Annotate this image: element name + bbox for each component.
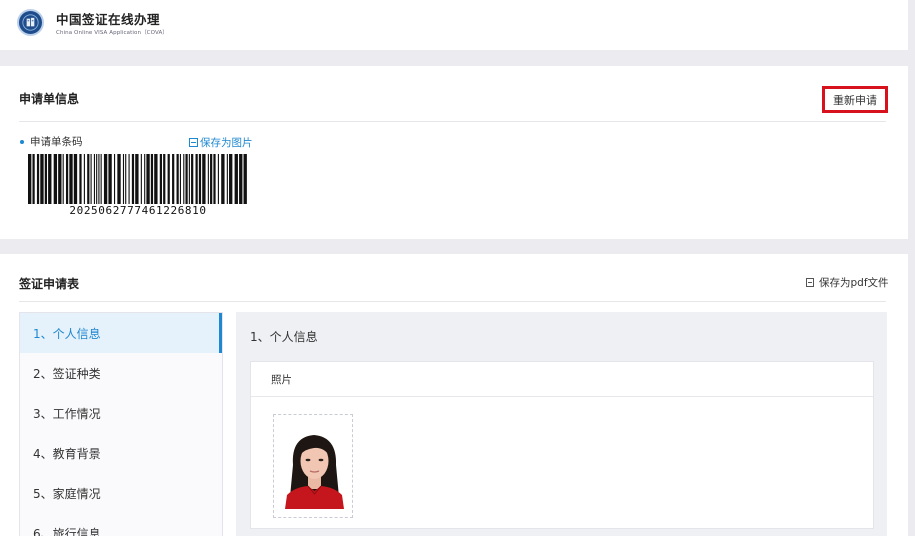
nav-item-work[interactable]: 3、工作情况 xyxy=(20,393,222,433)
barcode-bar xyxy=(195,154,198,204)
barcode-bar xyxy=(234,154,238,204)
barcode-bar xyxy=(40,154,44,204)
barcode-bar xyxy=(83,154,85,204)
nav-item-education[interactable]: 4、教育背景 xyxy=(20,433,222,473)
barcode-bar xyxy=(113,154,116,204)
image-icon xyxy=(189,138,198,147)
barcode-bar xyxy=(202,154,206,204)
barcode-bar xyxy=(188,154,190,204)
barcode-bar xyxy=(128,154,130,204)
visa-form-title: 签证申请表 xyxy=(19,277,80,291)
barcode-bar xyxy=(58,154,62,204)
barcode-bar xyxy=(131,154,135,204)
barcode-bar xyxy=(125,154,127,204)
barcode-number: 2025062777461226810 xyxy=(69,204,207,217)
barcode-bar xyxy=(239,154,243,204)
application-info-card: 申请单信息 重新申请 申请单条码 保存为图片 20250627774612268… xyxy=(0,66,908,239)
barcode-bar xyxy=(48,154,52,204)
nav-item-visa-type[interactable]: 2、签证种类 xyxy=(20,353,222,393)
barcode-bar xyxy=(176,154,179,204)
portrait-image xyxy=(281,425,348,509)
application-info-title: 申请单信息 xyxy=(19,92,80,106)
barcode-bar xyxy=(229,154,233,204)
barcode-bar xyxy=(93,154,96,204)
barcode-bar xyxy=(179,154,181,204)
barcode-bar xyxy=(140,154,142,204)
barcode-bar xyxy=(96,154,98,204)
barcode-bar xyxy=(65,154,69,204)
barcode-bar xyxy=(217,154,219,204)
barcode-bar xyxy=(191,154,194,204)
divider xyxy=(19,121,886,122)
divider xyxy=(19,301,886,302)
form-section-nav: 1、个人信息 2、签证种类 3、工作情况 4、教育背景 5、家庭情况 6、旅行信… xyxy=(19,312,223,536)
barcode-image xyxy=(28,154,247,204)
barcode-bar xyxy=(98,154,100,204)
section-title: 1、个人信息 xyxy=(250,330,318,344)
barcode-label-text: 申请单条码 xyxy=(30,136,83,148)
barcode-bar xyxy=(135,154,139,204)
barcode-bar xyxy=(210,154,213,204)
barcode-bar xyxy=(44,154,47,204)
nav-item-personal-info[interactable]: 1、个人信息 xyxy=(20,313,222,353)
barcode-bar xyxy=(117,154,121,204)
site-title: 中国签证在线办理 xyxy=(56,12,161,27)
barcode-bar xyxy=(32,154,35,204)
site-subtitle: China Online VISA Application（COVA） xyxy=(56,30,168,36)
barcode-label: 申请单条码 xyxy=(20,134,83,149)
barcode-bar xyxy=(154,154,158,204)
save-as-image-link[interactable]: 保存为图片 xyxy=(189,135,253,150)
barcode-bar xyxy=(183,154,185,204)
barcode-bar xyxy=(53,154,58,204)
form-content-panel: 1、个人信息 照片 xyxy=(236,312,887,536)
barcode-bar xyxy=(28,154,32,204)
barcode-bar xyxy=(146,154,150,204)
barcode-bar xyxy=(100,154,102,204)
photo-card: 照片 xyxy=(250,361,874,529)
barcode-bar xyxy=(122,154,125,204)
barcode-bar xyxy=(36,154,40,204)
barcode-bar xyxy=(167,154,170,204)
visa-form-card: 签证申请表 保存为pdf文件 1、个人信息 2、签证种类 3、工作情况 4、教育… xyxy=(0,254,908,536)
barcode-bar xyxy=(243,154,247,204)
top-header: 中国签证在线办理 China Online VISA Application（C… xyxy=(0,0,908,50)
save-as-image-text: 保存为图片 xyxy=(200,137,253,149)
barcode-bar xyxy=(213,154,216,204)
barcode-bar xyxy=(150,154,154,204)
barcode-bar xyxy=(172,154,175,204)
barcode-bar xyxy=(207,154,209,204)
barcode-bar xyxy=(163,154,166,204)
photo-label: 照片 xyxy=(251,362,873,397)
barcode-bar xyxy=(62,154,64,204)
barcode-bar xyxy=(90,154,92,204)
barcode-bar xyxy=(144,154,146,204)
reapply-button[interactable]: 重新申请 xyxy=(822,86,888,113)
save-as-pdf-link[interactable]: 保存为pdf文件 xyxy=(806,275,889,290)
barcode-bar xyxy=(159,154,163,204)
nav-item-family[interactable]: 5、家庭情况 xyxy=(20,473,222,513)
barcode-bar xyxy=(87,154,90,204)
barcode-bar xyxy=(69,154,73,204)
barcode-bar xyxy=(198,154,202,204)
barcode-bar xyxy=(103,154,108,204)
barcode-bar xyxy=(226,154,228,204)
save-as-pdf-text: 保存为pdf文件 xyxy=(819,277,889,289)
barcode-bar xyxy=(185,154,188,204)
barcode-bar xyxy=(73,154,78,204)
nav-item-travel[interactable]: 6、旅行信息 xyxy=(20,513,222,536)
document-icon xyxy=(806,278,814,287)
applicant-photo xyxy=(273,414,353,518)
cova-logo-icon xyxy=(17,9,44,36)
barcode-bar xyxy=(79,154,82,204)
barcode-bar xyxy=(108,154,112,204)
barcode-bar xyxy=(221,154,225,204)
bullet-icon xyxy=(20,139,24,144)
